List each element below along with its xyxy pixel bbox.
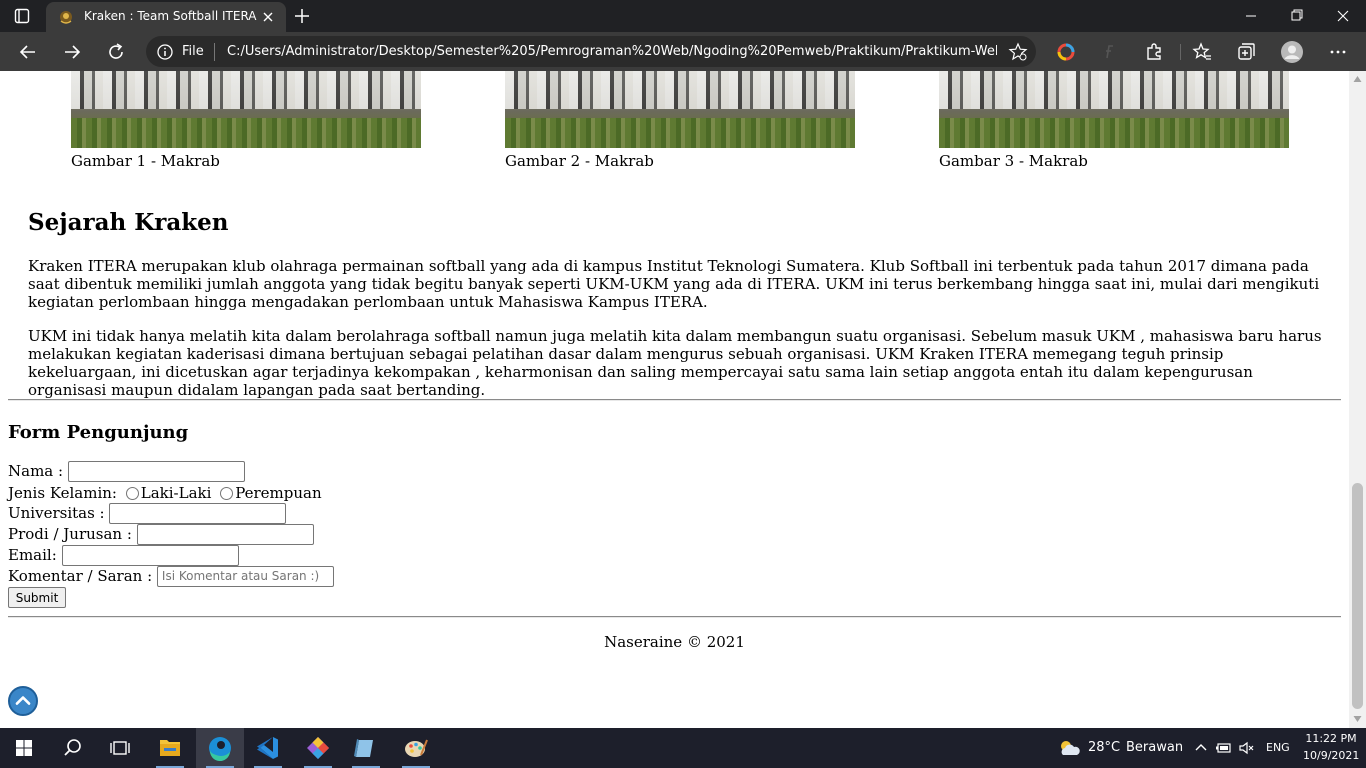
battery-icon[interactable] xyxy=(1215,739,1233,757)
color-extension-icon[interactable] xyxy=(1054,40,1078,64)
refresh-icon[interactable] xyxy=(104,40,128,64)
submit-button[interactable]: Submit xyxy=(8,587,66,608)
gender-male-label[interactable]: Laki-Laki xyxy=(141,484,212,502)
browser-titlebar: Kraken : Team Softball ITERA xyxy=(0,0,1366,32)
taskbar-vscode[interactable] xyxy=(244,728,292,768)
site-info-icon[interactable] xyxy=(156,43,174,61)
taskbar-edge[interactable] xyxy=(196,728,244,768)
form-row-komentar: Komentar / Saran : xyxy=(8,565,334,587)
weather-temperature[interactable]: 28°C xyxy=(1088,740,1120,755)
colorful-tiles-app-icon xyxy=(307,737,329,759)
scroll-up-arrow-icon[interactable] xyxy=(1353,75,1362,83)
task-view-icon[interactable] xyxy=(96,728,144,768)
tab-title: Kraken : Team Softball ITERA xyxy=(84,9,257,23)
show-hidden-icons-chevron-icon[interactable] xyxy=(1192,739,1210,757)
email-input[interactable] xyxy=(61,544,239,566)
profile-avatar-icon[interactable] xyxy=(1280,40,1304,64)
clock-time[interactable]: 11:22 PM xyxy=(1303,732,1359,745)
gallery-photo-3 xyxy=(939,71,1289,148)
prodi-label: Prodi / Jurusan : xyxy=(8,525,132,543)
form-row-nama: Nama : xyxy=(8,460,245,482)
section-divider xyxy=(8,399,1341,401)
universitas-label: Universitas : xyxy=(8,504,105,522)
komentar-label: Komentar / Saran : xyxy=(8,567,153,585)
close-tab-icon[interactable] xyxy=(258,7,278,27)
address-bar[interactable]: File C:/Users/Administrator/Desktop/Seme… xyxy=(146,36,1036,67)
universitas-input[interactable] xyxy=(109,502,287,524)
collections-icon[interactable] xyxy=(1234,40,1258,64)
weather-condition[interactable]: Berawan xyxy=(1126,740,1183,755)
scrollbar-thumb[interactable] xyxy=(1352,483,1363,709)
windows-taskbar: 28°C Berawan ENG 11:22 PM 10/9/2021 xyxy=(0,728,1366,768)
browser-toolbar: File C:/Users/Administrator/Desktop/Seme… xyxy=(0,32,1366,71)
taskbar-notebook-app[interactable] xyxy=(342,728,390,768)
close-window-icon[interactable] xyxy=(1320,0,1366,32)
file-explorer-icon xyxy=(160,740,180,756)
paint-palette-icon xyxy=(405,739,428,757)
favorites-icon[interactable] xyxy=(1190,40,1214,64)
search-icon[interactable] xyxy=(48,728,96,768)
back-arrow-icon[interactable] xyxy=(16,40,40,64)
taskbar-app-tiles[interactable] xyxy=(294,728,342,768)
restore-window-icon[interactable] xyxy=(1274,0,1320,32)
omnibox-divider xyxy=(214,43,215,61)
footer-divider xyxy=(8,616,1341,618)
extensions-puzzle-icon[interactable] xyxy=(1142,40,1166,64)
prodi-input[interactable] xyxy=(136,523,314,545)
scroll-down-arrow-icon[interactable] xyxy=(1353,715,1362,723)
gallery-caption-1: Gambar 1 - Makrab xyxy=(71,152,220,170)
gallery-caption-2: Gambar 2 - Makrab xyxy=(505,152,654,170)
gallery-caption-3: Gambar 3 - Makrab xyxy=(939,152,1088,170)
gender-female-radio[interactable] xyxy=(220,487,234,500)
toolbar-divider xyxy=(1180,44,1181,60)
gender-label: Jenis Kelamin: xyxy=(8,484,117,502)
gallery-photo-1 xyxy=(71,71,421,148)
browser-tab-active[interactable]: Kraken : Team Softball ITERA xyxy=(46,2,286,32)
tab-actions-icon[interactable] xyxy=(14,8,30,24)
minimize-window-icon[interactable] xyxy=(1228,0,1274,32)
edge-browser-icon xyxy=(209,737,231,762)
form-row-universitas: Universitas : xyxy=(8,502,287,524)
notebook-app-icon xyxy=(354,739,373,757)
vscode-icon xyxy=(257,737,278,759)
history-paragraph-2: UKM ini tidak hanya melatih kita dalam b… xyxy=(28,327,1322,399)
form-title: Form Pengunjung xyxy=(8,422,189,443)
volume-muted-icon[interactable] xyxy=(1238,739,1256,757)
form-row-prodi: Prodi / Jurusan : xyxy=(8,523,314,545)
nama-input[interactable] xyxy=(67,460,245,482)
forward-arrow-icon[interactable] xyxy=(60,40,84,64)
nama-label: Nama : xyxy=(8,462,64,480)
email-label: Email: xyxy=(8,546,57,564)
page-scrollbar[interactable] xyxy=(1349,71,1366,728)
url-text[interactable]: C:/Users/Administrator/Desktop/Semester%… xyxy=(227,44,997,59)
taskbar-file-explorer[interactable] xyxy=(146,728,194,768)
clock-date[interactable]: 10/9/2021 xyxy=(1303,749,1359,762)
extension-disabled-icon[interactable] xyxy=(1098,40,1122,64)
add-favorite-icon[interactable] xyxy=(1008,42,1028,62)
footer-copyright: Naseraine © 2021 xyxy=(604,633,745,651)
form-row-email: Email: xyxy=(8,544,239,566)
new-tab-icon[interactable] xyxy=(292,6,312,26)
gallery-photo-2 xyxy=(505,71,855,148)
url-scheme-label: File xyxy=(182,44,204,59)
kraken-favicon-icon xyxy=(60,11,72,24)
windows-start-icon[interactable] xyxy=(0,728,48,768)
form-row-gender: Jenis Kelamin: Laki-Laki Perempuan xyxy=(8,483,322,504)
back-to-top-icon[interactable] xyxy=(8,686,38,716)
more-menu-icon[interactable] xyxy=(1326,40,1350,64)
input-language[interactable]: ENG xyxy=(1266,741,1290,754)
gender-female-label[interactable]: Perempuan xyxy=(235,484,321,502)
gender-male-radio[interactable] xyxy=(125,487,139,500)
page-viewport: Gambar 1 - Makrab Gambar 2 - Makrab Gamb… xyxy=(0,71,1349,728)
komentar-input[interactable] xyxy=(156,565,334,587)
weather-cloud-sun-icon[interactable] xyxy=(1057,738,1081,758)
history-paragraph-1: Kraken ITERA merupakan klub olahraga per… xyxy=(28,257,1320,311)
taskbar-paint[interactable] xyxy=(392,728,440,768)
history-title: Sejarah Kraken xyxy=(28,209,229,236)
